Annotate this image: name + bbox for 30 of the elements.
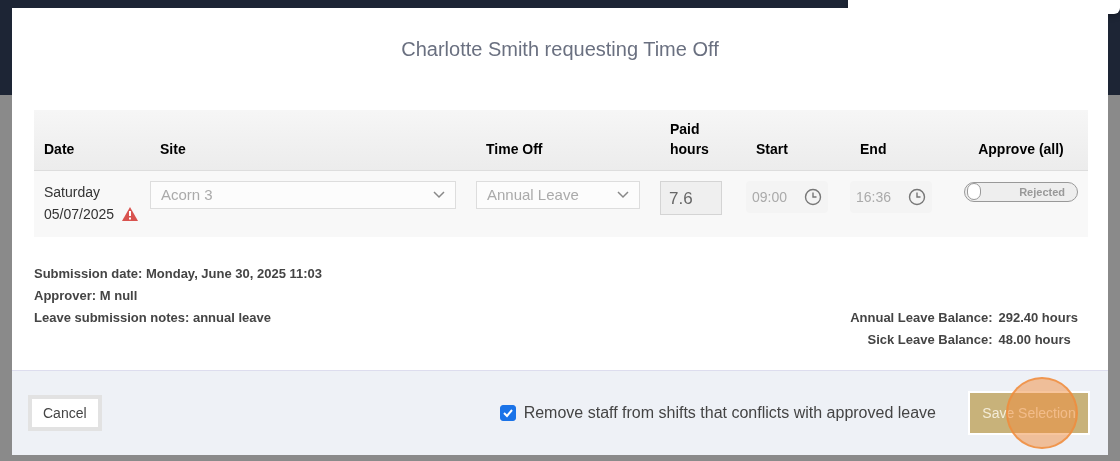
- clock-icon: [804, 188, 822, 206]
- site-select[interactable]: Acorn 3: [150, 181, 456, 209]
- paid-hours-field[interactable]: 7.6: [660, 181, 722, 215]
- column-header: Paid hours: [670, 120, 709, 159]
- end-time-field[interactable]: 16:36: [850, 181, 932, 213]
- checkbox[interactable]: [499, 405, 516, 421]
- detail-text: Leave submission notes: annual leave: [34, 309, 272, 327]
- approve-toggle[interactable]: Rejected: [964, 182, 1078, 202]
- balance-label: Annual Leave Balance:: [850, 309, 993, 327]
- column-header: Approve (all): [978, 140, 1064, 159]
- cancel-button[interactable]: Cancel: [28, 395, 102, 431]
- time-off-select[interactable]: Annual Leave: [476, 181, 640, 209]
- column-header: Start: [756, 140, 788, 159]
- checkbox-label: Remove staff from shifts that conflicts with approved leave: [523, 404, 936, 422]
- detail-text: Submission date: Monday, June 30, 2025 11:03: [34, 265, 323, 283]
- column-header: End: [860, 140, 887, 159]
- clock-icon: [908, 188, 926, 206]
- column-header: Time Off: [486, 140, 543, 159]
- column-header: Site: [160, 140, 186, 159]
- caret-icon: [433, 191, 445, 199]
- balance-label: Sick Leave Balance:: [866, 331, 993, 349]
- column-header: Date: [44, 140, 75, 159]
- dialog-title: Charlotte Smith requesting Time Off: [400, 37, 720, 62]
- start-time-field[interactable]: 09:00: [746, 181, 828, 213]
- balance-value: 48.00 hours: [998, 331, 1072, 349]
- date-label: 05/07/2025: [44, 205, 115, 224]
- detail-text: Approver: M null: [34, 287, 139, 305]
- caret-icon: [617, 191, 629, 199]
- balance-value: 292.40 hours: [998, 309, 1078, 327]
- day-label: Saturday: [44, 183, 102, 202]
